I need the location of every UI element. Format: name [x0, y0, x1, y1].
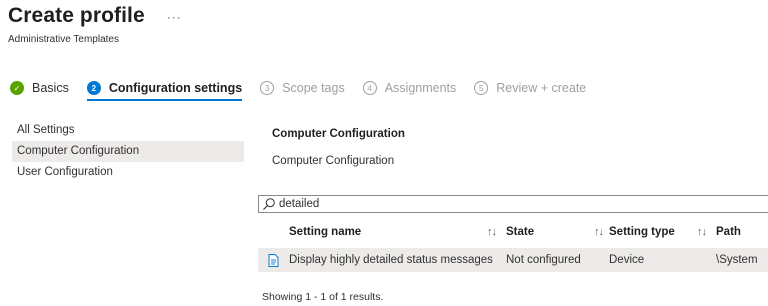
cell-path: \System — [716, 254, 758, 266]
step-label: Assignments — [384, 81, 457, 95]
step-scope-tags[interactable]: 3 Scope tags — [260, 81, 345, 95]
title-row: Create profile ··· — [8, 4, 182, 28]
column-header-setting-name[interactable]: Setting name ↑↓ — [289, 226, 506, 238]
search-input[interactable] — [279, 197, 759, 211]
wizard-steps: ✓ Basics 2 Configuration settings 3 Scop… — [10, 78, 604, 101]
step-basics[interactable]: ✓ Basics — [10, 81, 69, 95]
step-label: Review + create — [496, 81, 587, 95]
settings-nav: All Settings Computer Configuration User… — [12, 120, 244, 183]
cell-setting-name[interactable]: Display highly detailed status messages — [289, 254, 506, 266]
step-review-create[interactable]: 5 Review + create — [474, 81, 586, 95]
document-icon — [258, 253, 289, 267]
search-box[interactable] — [258, 195, 768, 213]
cell-setting-type: Device — [609, 254, 645, 266]
column-header-state[interactable]: State ↑↓ — [506, 226, 609, 238]
column-label: State — [506, 226, 535, 238]
step-number-badge: 5 — [474, 81, 489, 95]
create-profile-page: Create profile ··· Administrative Templa… — [0, 0, 768, 306]
column-header-path[interactable]: Path — [716, 226, 768, 238]
cell-state: Not configured — [506, 254, 581, 266]
step-label: Basics — [32, 81, 69, 95]
step-number-badge: 4 — [362, 81, 377, 95]
nav-item-all-settings[interactable]: All Settings — [12, 120, 244, 141]
checkmark-icon: ✓ — [10, 81, 24, 95]
step-assignments[interactable]: 4 Assignments — [362, 81, 457, 95]
more-options-button[interactable]: ··· — [167, 10, 182, 24]
step-configuration-settings[interactable]: 2 Configuration settings — [86, 81, 243, 101]
column-label: Setting type — [609, 226, 675, 238]
step-label: Configuration settings — [108, 81, 243, 95]
page-title: Create profile — [8, 4, 145, 27]
page-subtitle: Administrative Templates — [8, 34, 119, 45]
step-number-badge: 3 — [260, 81, 275, 95]
step-label: Scope tags — [282, 81, 345, 95]
table-header: Setting name ↑↓ State ↑↓ Setting type ↑↓… — [258, 220, 768, 244]
settings-table: Setting name ↑↓ State ↑↓ Setting type ↑↓… — [258, 220, 768, 272]
nav-item-computer-configuration[interactable]: Computer Configuration — [12, 141, 244, 162]
section-breadcrumb: Computer Configuration — [272, 155, 395, 167]
sort-icon[interactable]: ↑↓ — [487, 226, 497, 238]
section-heading: Computer Configuration — [272, 128, 405, 140]
sort-icon[interactable]: ↑↓ — [697, 226, 707, 238]
nav-item-user-configuration[interactable]: User Configuration — [12, 162, 244, 183]
column-label: Setting name — [289, 226, 362, 238]
setting-name-text[interactable]: Display highly detailed status messages — [289, 254, 493, 266]
step-number-badge: 2 — [86, 81, 101, 95]
active-step-underline — [86, 99, 243, 101]
table-row[interactable]: Display highly detailed status messages … — [258, 248, 768, 272]
search-icon — [262, 197, 276, 211]
column-header-setting-type[interactable]: Setting type ↑↓ — [609, 226, 716, 238]
sort-icon[interactable]: ↑↓ — [594, 226, 604, 238]
results-count: Showing 1 - 1 of 1 results. — [262, 291, 384, 303]
